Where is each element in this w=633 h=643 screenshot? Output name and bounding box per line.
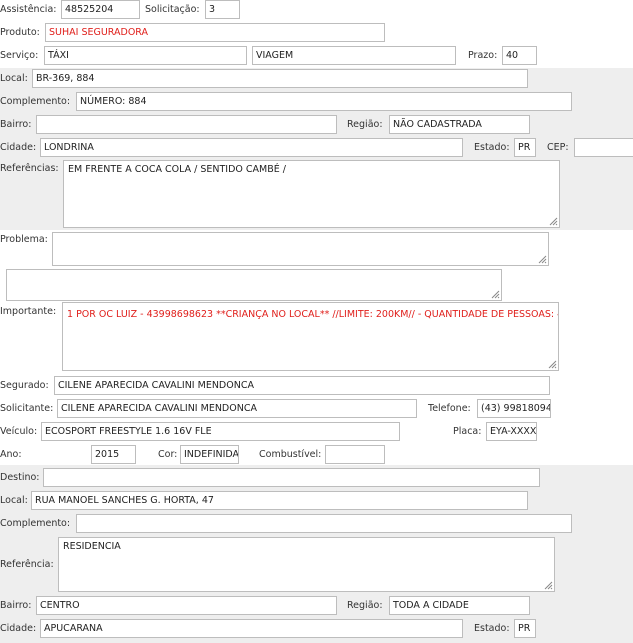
resize-grip-icon[interactable] [549, 217, 558, 226]
destino-cidade-field[interactable]: APUCARANA [40, 619, 463, 638]
segurado-field[interactable]: CILENE APARECIDA CAVALINI MENDONCA [54, 376, 550, 395]
referencias-label: Referências: [0, 163, 59, 174]
importante-label: Importante: [0, 306, 57, 317]
destino-bairro-field[interactable]: CENTRO [36, 596, 337, 615]
referencias-text: EM FRENTE A COCA COLA / SENTIDO CAMBÉ / [68, 164, 286, 175]
destino-complemento-label: Complemento: [0, 518, 71, 529]
bairro-field[interactable] [36, 115, 337, 134]
cor-label: Cor: [158, 449, 178, 460]
destino-local-label: Local: [0, 495, 28, 506]
prazo-label: Prazo: [468, 50, 498, 61]
importante-textarea[interactable]: 1 POR OC LUIZ - 43998698623 **CRIANÇA NO… [62, 302, 559, 371]
problema-textarea[interactable] [52, 232, 549, 266]
resize-grip-icon[interactable] [548, 360, 557, 369]
combustivel-field[interactable] [325, 445, 385, 464]
destino-complemento-field[interactable] [76, 514, 572, 533]
veiculo-field[interactable]: ECOSPORT FREESTYLE 1.6 16V FLE [41, 422, 400, 441]
assistencia-field[interactable]: 48525204 [61, 0, 140, 19]
problema-label: Problema: [0, 234, 48, 245]
destino-local-field[interactable]: RUA MANOEL SANCHES G. HORTA, 47 [31, 491, 528, 510]
solicitacao-label: Solicitação: [145, 4, 200, 15]
regiao-field[interactable]: NÃO CADASTRADA [389, 115, 530, 134]
referencia-label: Referência: [0, 559, 54, 570]
referencias-textarea[interactable]: EM FRENTE A COCA COLA / SENTIDO CAMBÉ / [63, 160, 560, 228]
destino-bairro-label: Bairro: [0, 600, 32, 611]
produto-label: Produto: [0, 27, 40, 38]
local-field[interactable]: BR-369, 884 [32, 69, 528, 88]
estado-label: Estado: [474, 142, 510, 153]
telefone-label: Telefone: [428, 403, 471, 414]
importante-text: 1 POR OC LUIZ - 43998698623 **CRIANÇA NO… [67, 309, 559, 320]
ano-field[interactable]: 2015 [91, 445, 136, 464]
cep-field[interactable] [574, 138, 633, 157]
veiculo-label: Veículo: [0, 426, 38, 437]
cidade-label: Cidade: [0, 142, 37, 153]
cep-label: CEP: [547, 142, 569, 153]
referencia-text: RESIDENCIA [63, 541, 121, 552]
ano-label: Ano: [0, 449, 22, 460]
destino-estado-field[interactable]: PR [514, 619, 536, 638]
placa-field[interactable]: EYA-XXXX [486, 422, 537, 441]
prazo-field[interactable]: 40 [502, 46, 537, 65]
servico-label: Serviço: [0, 50, 39, 61]
resize-grip-icon[interactable] [544, 581, 553, 590]
regiao-label: Região: [347, 119, 383, 130]
assistencia-label: Assistência: [0, 4, 57, 15]
placa-label: Placa: [453, 426, 482, 437]
destino-field[interactable] [43, 468, 540, 487]
produto-field[interactable]: SUHAI SEGURADORA [45, 23, 385, 42]
cidade-field[interactable]: LONDRINA [40, 138, 463, 157]
destino-regiao-label: Região: [347, 600, 383, 611]
estado-field[interactable]: PR [514, 138, 536, 157]
destino-regiao-field[interactable]: TODA A CIDADE [389, 596, 530, 615]
telefone-field[interactable]: (43) 998180945 [477, 399, 551, 418]
resize-grip-icon[interactable] [538, 255, 547, 264]
complemento-label: Complemento: [0, 96, 71, 107]
solicitacao-field[interactable]: 3 [205, 0, 240, 19]
bairro-label: Bairro: [0, 119, 32, 130]
complemento-field[interactable]: NÚMERO: 884 [76, 92, 572, 111]
extra-textarea[interactable] [6, 269, 502, 301]
cor-field[interactable]: INDEFINIDA [180, 445, 239, 464]
destino-estado-label: Estado: [474, 623, 510, 634]
combustivel-label: Combustível: [259, 449, 322, 460]
destino-label: Destino: [0, 472, 40, 483]
solicitante-label: Solicitante: [0, 403, 54, 414]
servico-field[interactable]: TÁXI [44, 46, 247, 65]
segurado-label: Segurado: [0, 380, 49, 391]
local-label: Local: [0, 73, 28, 84]
servico-tipo-field[interactable]: VIAGEM [252, 46, 456, 65]
resize-grip-icon[interactable] [491, 290, 500, 299]
solicitante-field[interactable]: CILENE APARECIDA CAVALINI MENDONCA [57, 399, 417, 418]
referencia-textarea[interactable]: RESIDENCIA [58, 537, 555, 592]
destino-cidade-label: Cidade: [0, 623, 37, 634]
